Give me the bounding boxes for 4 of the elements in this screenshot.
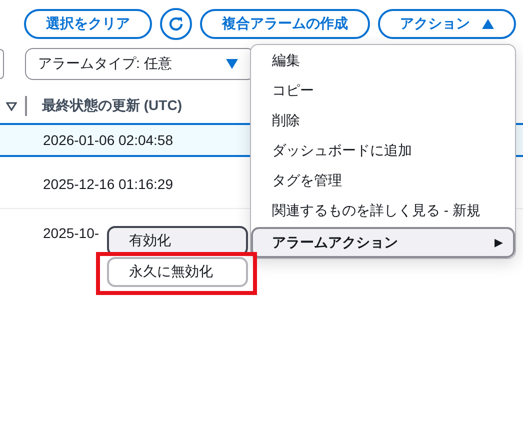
submenu-arrow-icon: ▶ [494, 236, 503, 249]
table-cell: 2026-01-06 02:04:58 [43, 132, 173, 148]
table-cell: 2025-12-16 01:16:29 [43, 176, 173, 192]
menu-item-label: アラームアクション [272, 234, 398, 252]
